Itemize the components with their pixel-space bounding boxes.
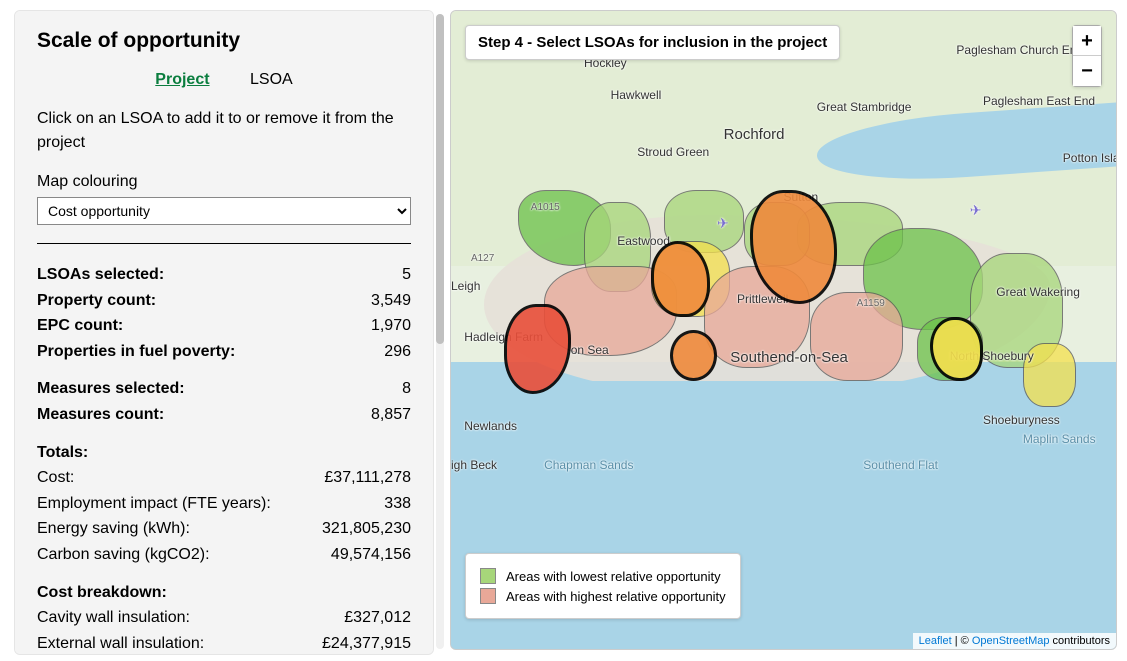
place-label: igh Beck — [451, 458, 497, 472]
place-label: Shoeburyness — [983, 413, 1060, 427]
breakdown-header: Cost breakdown: — [37, 580, 167, 606]
place-label: Leigh — [451, 279, 480, 293]
stat-label: EPC count: — [37, 313, 123, 339]
road-label: A127 — [471, 253, 494, 264]
total-label: Energy saving (kWh): — [37, 516, 190, 542]
breakdown-value: £327,012 — [344, 605, 411, 631]
tab-project[interactable]: Project — [155, 71, 209, 89]
stat-value: 5 — [402, 262, 411, 288]
stat-label: Measures selected: — [37, 376, 185, 402]
panel-title: Scale of opportunity — [37, 29, 411, 53]
place-label: Paglesham Church End — [956, 43, 1083, 57]
total-value: 49,574,156 — [331, 542, 411, 568]
stats-block: LSOAs selected: 5 Property count: 3,549 EP… — [37, 262, 411, 655]
tab-lsoa[interactable]: LSOA — [250, 71, 293, 89]
leaflet-link[interactable]: Leaflet — [919, 635, 952, 647]
stat-value: 1,970 — [371, 313, 411, 339]
stat-label: LSOAs selected: — [37, 262, 164, 288]
place-label: Stroud Green — [637, 145, 709, 159]
place-label: Great Stambridge — [817, 100, 912, 114]
breakdown-value: £24,377,915 — [322, 631, 411, 655]
sidebar-panel: Scale of opportunity Project LSOA Click … — [14, 10, 434, 655]
divider — [37, 243, 411, 244]
legend-label: Areas with highest relative opportunity — [506, 589, 726, 604]
zoom-in-button[interactable]: + — [1073, 26, 1101, 56]
map-legend: Areas with lowest relative opportunity A… — [465, 553, 741, 619]
tabs: Project LSOA — [37, 71, 411, 89]
breakdown-label: Cavity wall insulation: — [37, 605, 190, 631]
total-label: Carbon saving (kgCO2): — [37, 542, 210, 568]
stat-label: Properties in fuel poverty: — [37, 339, 235, 365]
place-label: Rochford — [724, 126, 785, 143]
map-colouring-select[interactable]: Cost opportunity — [37, 197, 411, 225]
stat-value: 3,549 — [371, 288, 411, 314]
stat-value: 296 — [384, 339, 411, 365]
place-label: Maplin Sands — [1023, 432, 1096, 446]
lsoa-selected[interactable] — [670, 330, 717, 381]
stat-label: Property count: — [37, 288, 156, 314]
stat-value: 8 — [402, 376, 411, 402]
breakdown-label: External wall insulation: — [37, 631, 204, 655]
place-label: Potton Island — [1063, 151, 1117, 165]
place-label: Paglesham East End — [983, 94, 1095, 108]
total-value: 321,805,230 — [322, 516, 411, 542]
map-attribution: Leaflet | © OpenStreetMap contributors — [913, 633, 1116, 649]
zoom-control: + − — [1072, 25, 1102, 87]
legend-swatch-high — [480, 588, 496, 604]
total-label: Cost: — [37, 465, 74, 491]
osm-link[interactable]: OpenStreetMap — [972, 635, 1050, 647]
colouring-label: Map colouring — [37, 173, 411, 191]
place-label: Great Wakering — [996, 285, 1080, 299]
total-value: 338 — [384, 491, 411, 517]
total-label: Employment impact (FTE years): — [37, 491, 271, 517]
stat-label: Measures count: — [37, 402, 164, 428]
place-label: Southend-on-Sea — [730, 349, 848, 366]
instructions-text: Click on an LSOA to add it to or remove … — [37, 107, 411, 155]
airport-icon: ✈ — [717, 215, 729, 232]
place-label: Chapman Sands — [544, 458, 633, 472]
stat-value: 8,857 — [371, 402, 411, 428]
road-label: A1015 — [531, 202, 560, 213]
place-label: Southend Flat — [863, 458, 938, 472]
step-banner: Step 4 - Select LSOAs for inclusion in t… — [465, 25, 840, 60]
place-label: Newlands — [464, 419, 517, 433]
legend-label: Areas with lowest relative opportunity — [506, 569, 721, 584]
place-label: Hawkwell — [611, 88, 662, 102]
totals-header: Totals: — [37, 440, 88, 466]
zoom-out-button[interactable]: − — [1073, 56, 1101, 86]
place-label: on Sea — [571, 343, 609, 357]
airport-icon: ✈ — [970, 202, 982, 219]
total-value: £37,111,278 — [324, 465, 411, 491]
map-canvas[interactable]: Rochford Hockley Hawkwell Stroud Green G… — [450, 10, 1117, 650]
scrollbar-thumb[interactable] — [436, 14, 444, 344]
legend-swatch-low — [480, 568, 496, 584]
road-label: A1159 — [857, 298, 885, 309]
